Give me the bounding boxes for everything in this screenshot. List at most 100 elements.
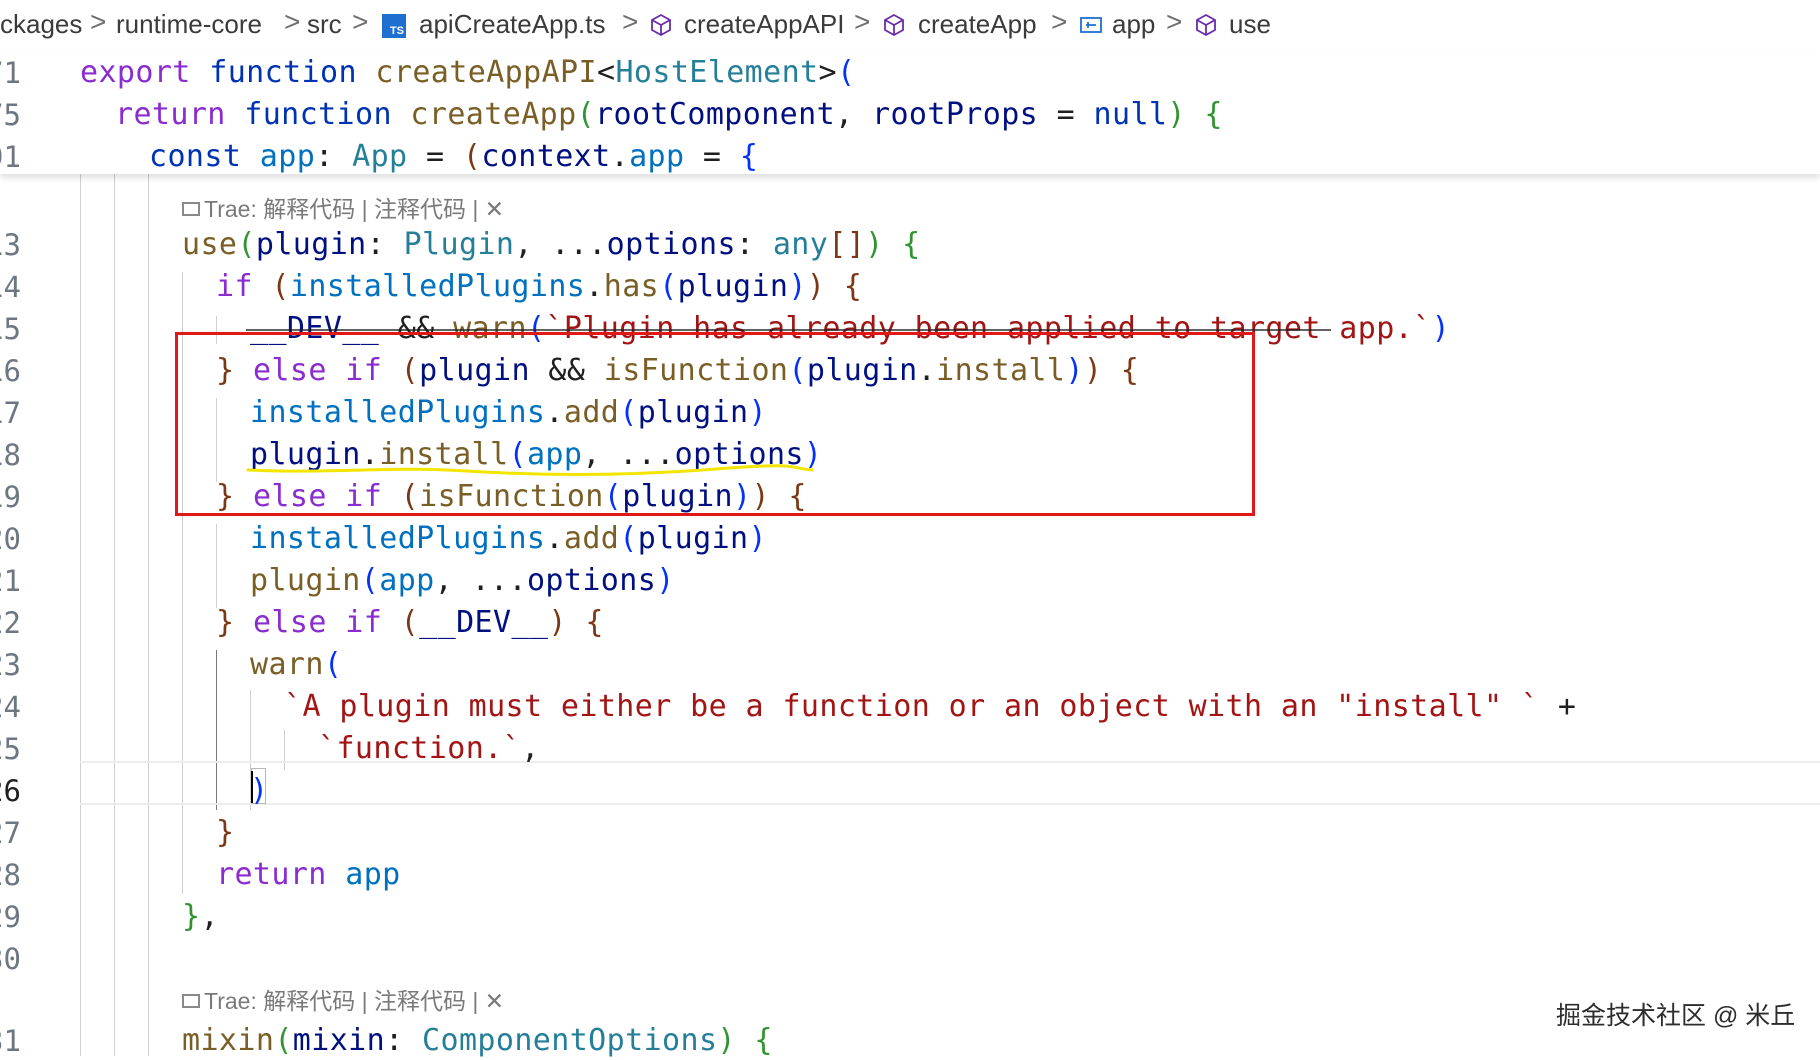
trae-codelens[interactable]: Trae: 解释代码 | 注释代码 | ✕ [182, 982, 504, 1016]
breadcrumb-item-file[interactable]: apiCreateApp.ts [419, 9, 605, 40]
code-token: } [216, 815, 235, 850]
code-text[interactable]: `function.`, [318, 731, 540, 766]
code-token: return [115, 97, 226, 132]
breadcrumb-item-src[interactable]: src [307, 9, 342, 40]
code-text[interactable]: if (installedPlugins.has(plugin)) { [216, 269, 862, 304]
code-token: ) [748, 521, 767, 556]
code-token: ( [576, 97, 596, 132]
code-text[interactable]: return app [216, 857, 401, 892]
code-token: ) [656, 563, 675, 598]
code-token: `A plugin must either be a function or a… [284, 689, 1540, 724]
breadcrumb-item-createApp[interactable]: createApp [918, 9, 1037, 40]
code-text[interactable]: `A plugin must either be a function or a… [284, 689, 1576, 724]
code-text[interactable]: mixin(mixin: ComponentOptions) { [182, 1023, 773, 1058]
code-token: < [596, 55, 616, 90]
code-token: HostElement [615, 55, 819, 90]
code-token: ) [1431, 311, 1451, 346]
chevron-right-icon: > [352, 6, 369, 37]
code-text[interactable]: installedPlugins.add(plugin) [250, 521, 767, 556]
code-token: , [835, 97, 872, 132]
code-line[interactable]: 71 export function createAppAPI<HostEleme… [0, 50, 1820, 92]
line-number: 91 [0, 140, 21, 174]
code-line[interactable]: 14if (installedPlugins.has(plugin)) { [0, 264, 1820, 306]
code-line[interactable]: 13 use(plugin: Plugin, ...options: any[])… [0, 222, 1820, 264]
code-line[interactable]: 22 } else if (__DEV__) { [0, 600, 1820, 642]
breadcrumb-item-app[interactable]: app [1112, 9, 1155, 40]
code-token: { [843, 269, 863, 304]
code-token: else [252, 605, 327, 640]
code-text[interactable]: return function createApp(rootComponent,… [115, 97, 1223, 132]
codelens-actions[interactable]: Trae: 解释代码 | 注释代码 | ✕ [204, 988, 504, 1014]
chevron-right-icon: > [90, 6, 107, 37]
code-line[interactable]: 27} [0, 810, 1820, 852]
typescript-file-icon: TS [382, 14, 406, 38]
code-token: . [585, 269, 604, 304]
code-line[interactable]: 28 return app [0, 852, 1820, 894]
code-text[interactable]: plugin(app, ...options) [250, 563, 675, 598]
code-line[interactable]: 23 warn( [0, 642, 1820, 684]
code-token: app [379, 563, 435, 598]
codelens-icon [182, 993, 200, 1008]
code-line[interactable]: 21 plugin(app, ...options) [0, 558, 1820, 600]
breadcrumb-item-runtime-core[interactable]: runtime-core [116, 9, 262, 40]
code-text[interactable]: }, [182, 899, 219, 934]
sticky-scroll-header[interactable]: 71 export function createAppAPI<HostEleme… [0, 50, 1820, 174]
code-text[interactable]: } [216, 815, 234, 850]
code-token: const [149, 139, 242, 174]
code-token: ( [836, 55, 856, 90]
code-token: ( [323, 647, 343, 682]
code-line[interactable]: 26) [0, 768, 1820, 810]
code-token: add [563, 521, 620, 556]
code-line[interactable]: 24 `A plugin must either be a function or… [0, 684, 1820, 726]
code-line[interactable]: 25 `function.`, [0, 726, 1820, 768]
code-token: function [209, 55, 357, 90]
code-token: . [545, 521, 564, 556]
code-token: createApp [410, 97, 577, 132]
symbol-method-icon [884, 13, 904, 37]
code-token: ( [274, 1023, 293, 1058]
codelens-icon [182, 201, 200, 216]
breadcrumb-item-createAppAPI[interactable]: createAppAPI [684, 9, 844, 40]
code-line[interactable]: 30 [0, 936, 1820, 978]
code-token: : [315, 139, 353, 174]
code-token: mixin [292, 1023, 386, 1058]
code-token: , [521, 731, 540, 766]
breadcrumb-item-packages[interactable]: ckages [0, 9, 82, 40]
code-token: options [606, 227, 736, 262]
code-text[interactable]: export function createAppAPI<HostElement… [80, 55, 855, 90]
codelens-actions[interactable]: Trae: 解释代码 | 注释代码 | ✕ [204, 196, 504, 222]
code-text[interactable]: use(plugin: Plugin, ...options: any[]) { [182, 227, 921, 262]
line-number: 20 [0, 522, 21, 556]
line-number: 31 [0, 1024, 21, 1058]
breadcrumb-item-use[interactable]: use [1229, 9, 1271, 40]
code-line[interactable]: 29}, [0, 894, 1820, 936]
code-line[interactable]: 75 return function createApp(rootComponen… [0, 92, 1820, 134]
line-number: 27 [0, 816, 21, 850]
code-text[interactable]: } else if (__DEV__) { [216, 605, 604, 640]
code-line[interactable]: 31 mixin(mixin: ComponentOptions) { [0, 1018, 1820, 1060]
trae-codelens[interactable]: Trae: 解释代码 | 注释代码 | ✕ [182, 190, 504, 224]
code-token: plugin [250, 563, 361, 598]
code-text[interactable]: const app: App = (context.app = { [149, 139, 758, 174]
code-token: ComponentOptions [422, 1023, 718, 1058]
code-token: plugin [677, 269, 789, 304]
code-line[interactable]: 20 installedPlugins.add(plugin) [0, 516, 1820, 558]
line-number: 22 [0, 606, 21, 640]
symbol-method-icon [651, 13, 671, 37]
code-token: [] [828, 227, 866, 262]
code-token: , ... [514, 227, 607, 262]
code-line[interactable]: 91 const app: App = (context.app = { [0, 134, 1820, 176]
code-token: function [244, 97, 392, 132]
code-token: ( [360, 563, 380, 598]
code-text[interactable]: warn( [250, 647, 342, 682]
chevron-right-icon: > [622, 6, 639, 37]
line-number: 16 [0, 354, 21, 388]
code-token: = [1038, 97, 1094, 132]
